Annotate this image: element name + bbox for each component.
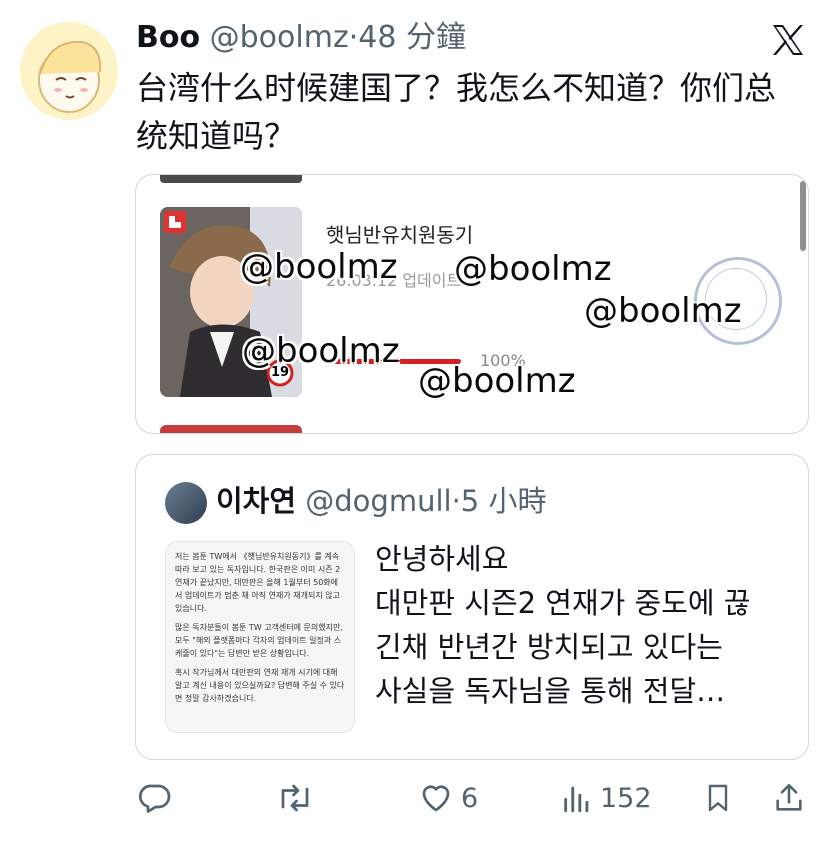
scrollbar[interactable] [800,181,806,251]
tweet-time[interactable]: 48 分鐘 [358,20,466,55]
prev-thumbnail [160,175,302,183]
tweet-media[interactable]: 19 햇님반유치원동기 26.03.12 업데이트 100% @boolmz @… [135,174,809,434]
image-paragraph: 저는 봄툰 TW에서 《햇님반유치원동기》를 계속 따라 보고 있는 독자입니다… [175,552,341,613]
time-separator: · [451,484,461,518]
quoted-tweet-header: 이차연 @dogmull·5 小時 [216,481,546,521]
view-count: 152 [600,782,652,814]
views-icon [564,786,589,813]
quoted-author-handle: @dogmull [305,484,452,518]
author-handle[interactable]: @boolmz [210,20,349,55]
reply-icon [138,784,171,813]
quoted-text-line: 안녕하세요 [375,542,509,576]
tweet-header: Boo @boolmz·48 分鐘 [136,18,466,58]
bookmark-button[interactable] [702,778,734,818]
quoted-tweet[interactable]: 이차연 @dogmull·5 小時 저는 봄툰 TW에서 《햇님반유치원동기》를… [135,454,809,760]
avatar-illustration [20,22,118,120]
quoted-author-avatar[interactable] [165,482,207,524]
watermark-text: @boolmz [240,247,398,287]
like-count: 6 [461,782,479,814]
quoted-text-line: 긴채 반년간 방치되고 있다는 [375,630,723,664]
quoted-tweet-time: 5 小時 [460,484,547,518]
like-button[interactable]: 6 [417,778,478,818]
watermark-text: @boolmz [584,291,742,331]
next-thumbnail [160,425,302,433]
views-button[interactable]: 152 [560,778,652,818]
image-paragraph: 혹시 작가님께서 대만판의 연재 재개 시기에 대해 알고 계신 내용이 있으실… [175,668,345,703]
watermark-text: @boolmz [242,331,400,371]
quoted-tweet-text: 안녕하세요 대만판 시즌2 연재가 중도에 끊 긴채 반년간 방치되고 있다는 … [375,537,795,713]
repost-icon [281,784,309,812]
bookmark-icon [708,784,728,812]
quoted-image[interactable]: 저는 봄툰 TW에서 《햇님반유치원동기》를 계속 따라 보고 있는 독자입니다… [165,541,355,733]
action-bar: 6 152 [0,770,828,826]
author-avatar[interactable] [20,22,118,120]
share-button[interactable] [772,778,806,818]
repost-button[interactable] [275,778,315,818]
like-icon [422,785,450,812]
image-paragraph: 많은 독자분들이 봄툰 TW 고객센터에 문의했지만, 모두 "해외 플랫폼마다… [175,623,343,658]
time-separator: · [348,20,359,55]
share-icon [776,783,802,811]
watermark-text: @boolmz [454,249,612,289]
reply-button[interactable] [136,778,172,818]
watermark-text: @boolmz [418,361,576,401]
quoted-text-line: 사실을 독자님을 통해 전달… [375,674,726,708]
quoted-text-line: 대만판 시즌2 연재가 중도에 끊 [375,586,751,620]
work-title: 햇님반유치원동기 [326,223,474,247]
x-logo-icon[interactable] [768,20,808,60]
author-name[interactable]: Boo [136,20,200,55]
quoted-author-name: 이차연 [216,484,297,518]
tweet-text: 台湾什么时候建国了？我怎么不知道？你们总统知道吗？ [136,69,777,155]
